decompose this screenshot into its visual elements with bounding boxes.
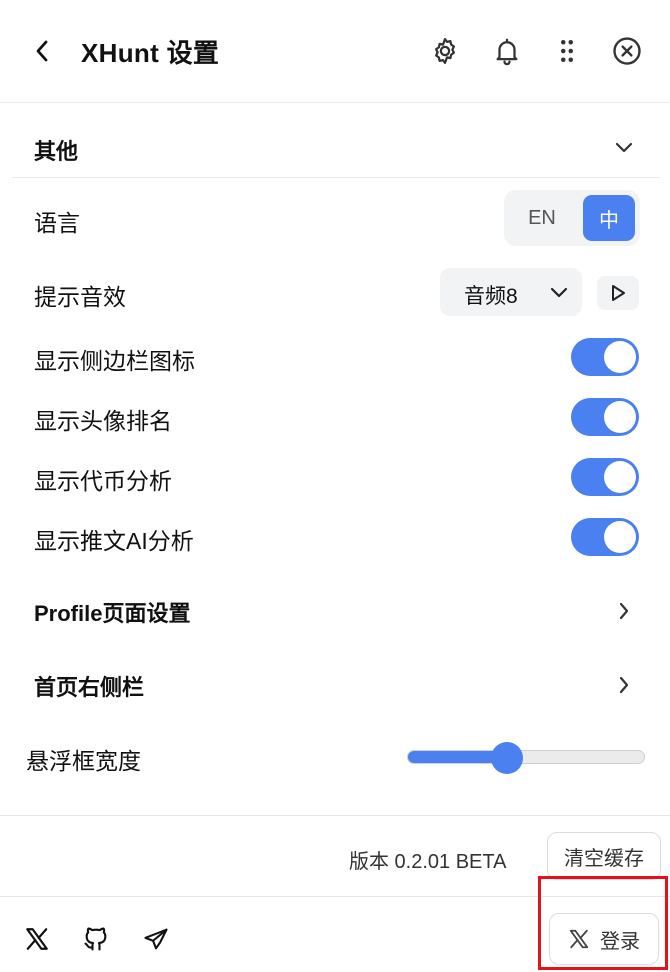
toggle-knob [604,461,636,493]
divider [0,815,670,816]
toggle-avatar-rank[interactable] [571,398,639,436]
login-button[interactable]: 登录 [549,913,659,965]
nav-label: 首页右侧栏 [34,675,145,700]
toggle-label-avatar-rank: 显示头像排名 [34,408,172,434]
github-link[interactable] [79,922,113,956]
toggle-tweet-ai-analysis[interactable] [571,518,639,556]
popup-width-slider[interactable] [407,742,645,774]
drag-handle-button[interactable] [550,34,584,68]
telegram-icon [144,928,168,950]
back-icon [36,40,48,62]
popup-width-label: 悬浮框宽度 [26,748,141,774]
sound-label: 提示音效 [34,284,126,310]
chevron-right-icon [612,599,636,623]
language-option-zh[interactable]: 中 [583,195,635,241]
x-icon [26,928,48,950]
chevron-down-icon [612,136,636,160]
play-icon [612,285,625,301]
section-other-header[interactable]: 其他 [12,118,660,178]
close-circle-icon [613,37,641,65]
close-button[interactable] [610,34,644,68]
chevron-right-icon [612,673,636,697]
notifications-button[interactable] [490,34,524,68]
header-bar: XHunt 设置 [0,0,670,103]
toggle-knob [604,521,636,553]
x-icon [569,929,589,949]
language-label: 语言 [34,210,80,236]
nav-label: Profile页面设置 [34,601,191,626]
sound-select-value: 音频8 [464,285,518,308]
toggle-token-analysis[interactable] [571,458,639,496]
nav-profile-page-settings[interactable]: Profile页面设置 [12,586,660,636]
version-text: 版本 0.2.01 BETA [349,851,507,873]
toggle-knob [604,401,636,433]
clear-cache-button[interactable]: 清空缓存 [547,832,661,880]
back-button[interactable] [28,36,56,66]
drag-dots-icon [561,40,573,62]
telegram-link[interactable] [139,922,173,956]
settings-button[interactable] [428,34,462,68]
github-icon [84,927,107,951]
x-link[interactable] [20,922,54,956]
toggle-label-token-analysis: 显示代币分析 [34,468,172,494]
slider-thumb[interactable] [491,742,523,774]
bell-icon [496,38,518,66]
toggle-knob [604,341,636,373]
nav-home-right-sidebar[interactable]: 首页右侧栏 [12,660,660,710]
sound-select[interactable]: 音频8 [440,268,582,316]
language-option-en[interactable]: EN [510,195,574,241]
login-label: 登录 [600,930,640,953]
gear-icon [435,38,455,64]
toggle-label-sidebar-icon: 显示侧边栏图标 [34,348,195,374]
toggle-label-tweet-ai-analysis: 显示推文AI分析 [34,528,194,554]
page-title: XHunt 设置 [81,38,220,68]
play-sound-button[interactable] [597,276,639,310]
toggle-sidebar-icon[interactable] [571,338,639,376]
language-toggle: EN 中 [504,190,640,246]
chevron-down-icon [548,281,570,303]
section-title: 其他 [34,139,79,164]
